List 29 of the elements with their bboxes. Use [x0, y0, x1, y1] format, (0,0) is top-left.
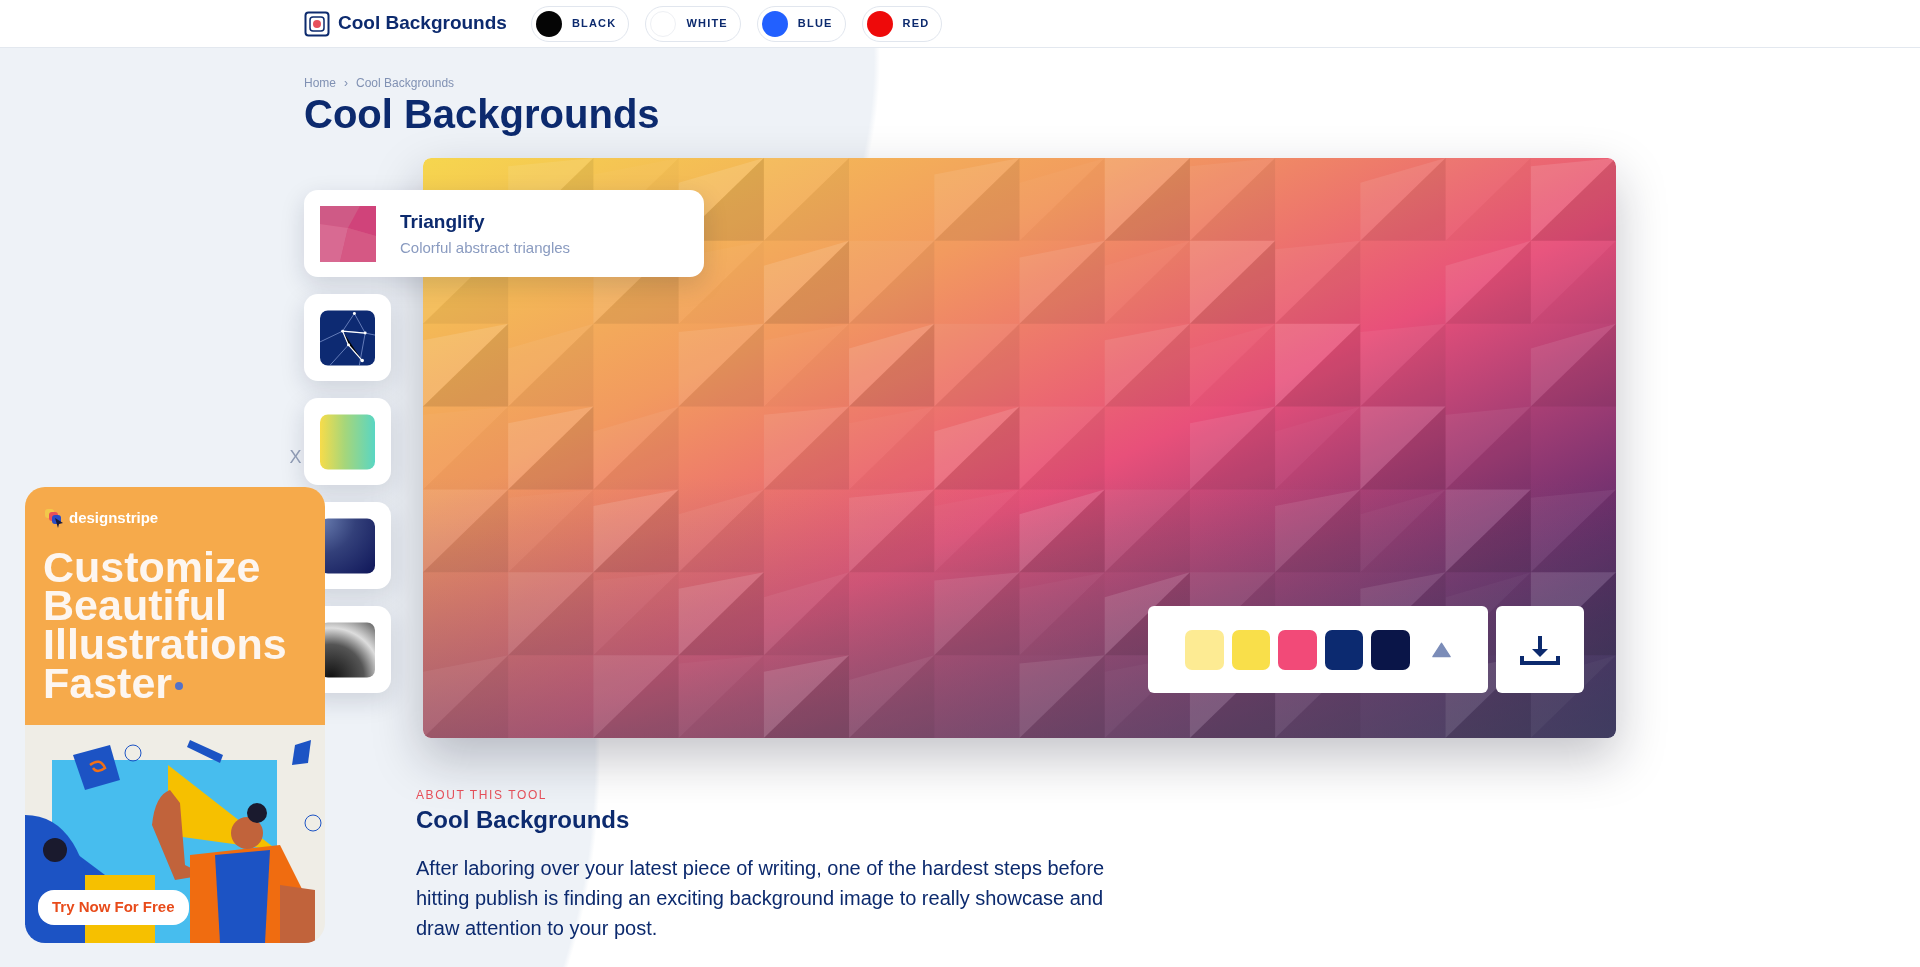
thumbnail-image	[320, 413, 375, 470]
page-title: Cool Backgrounds	[304, 92, 661, 136]
about-paragraph: After laboring over your latest piece of writing, one of the hardest steps before hitting publish is finding an exciting background image to really showcase and draw attention to your post.	[416, 855, 1106, 941]
color-filter-chip[interactable]: RED	[861, 5, 943, 42]
color-swatch[interactable]	[1278, 629, 1317, 670]
color-swatch[interactable]	[1324, 629, 1364, 670]
tool-description: Colorful abstract triangles	[400, 237, 571, 258]
thumbnail-image	[320, 205, 376, 262]
breadcrumb-separator: ›	[344, 75, 348, 92]
tool-name: Trianglify	[400, 210, 486, 234]
thumbnail-image	[320, 309, 375, 366]
color-filter-chip[interactable]: WHITE	[645, 5, 741, 42]
ad-headline: Customize Beautiful Illustrations Faster	[43, 547, 288, 703]
section-eyebrow: ABOUT THIS TOOL	[416, 787, 549, 804]
color-filter-chip[interactable]: BLACK	[530, 5, 630, 42]
ad-brand-name: designstripe	[69, 508, 159, 528]
try-now-button[interactable]: Try Now For Free	[38, 890, 189, 925]
triangle-icon[interactable]	[1431, 641, 1451, 658]
logo-icon[interactable]	[304, 10, 330, 37]
download-button[interactable]	[1496, 606, 1584, 693]
color-swatch[interactable]	[1231, 629, 1271, 670]
floating-ad-dialog[interactable]: designstripe Customize Beautiful Illustrations Faster Try Now For Free	[25, 487, 325, 943]
color-filter-chip[interactable]: BLUE	[756, 5, 846, 42]
color-swatch[interactable]	[1371, 629, 1410, 670]
brand-name[interactable]: Cool Backgrounds	[338, 9, 507, 38]
color-swatch[interactable]	[1185, 629, 1224, 670]
tool-card[interactable]	[304, 294, 391, 381]
dot-icon	[175, 682, 184, 691]
section-title: Cool Backgrounds	[416, 806, 631, 835]
